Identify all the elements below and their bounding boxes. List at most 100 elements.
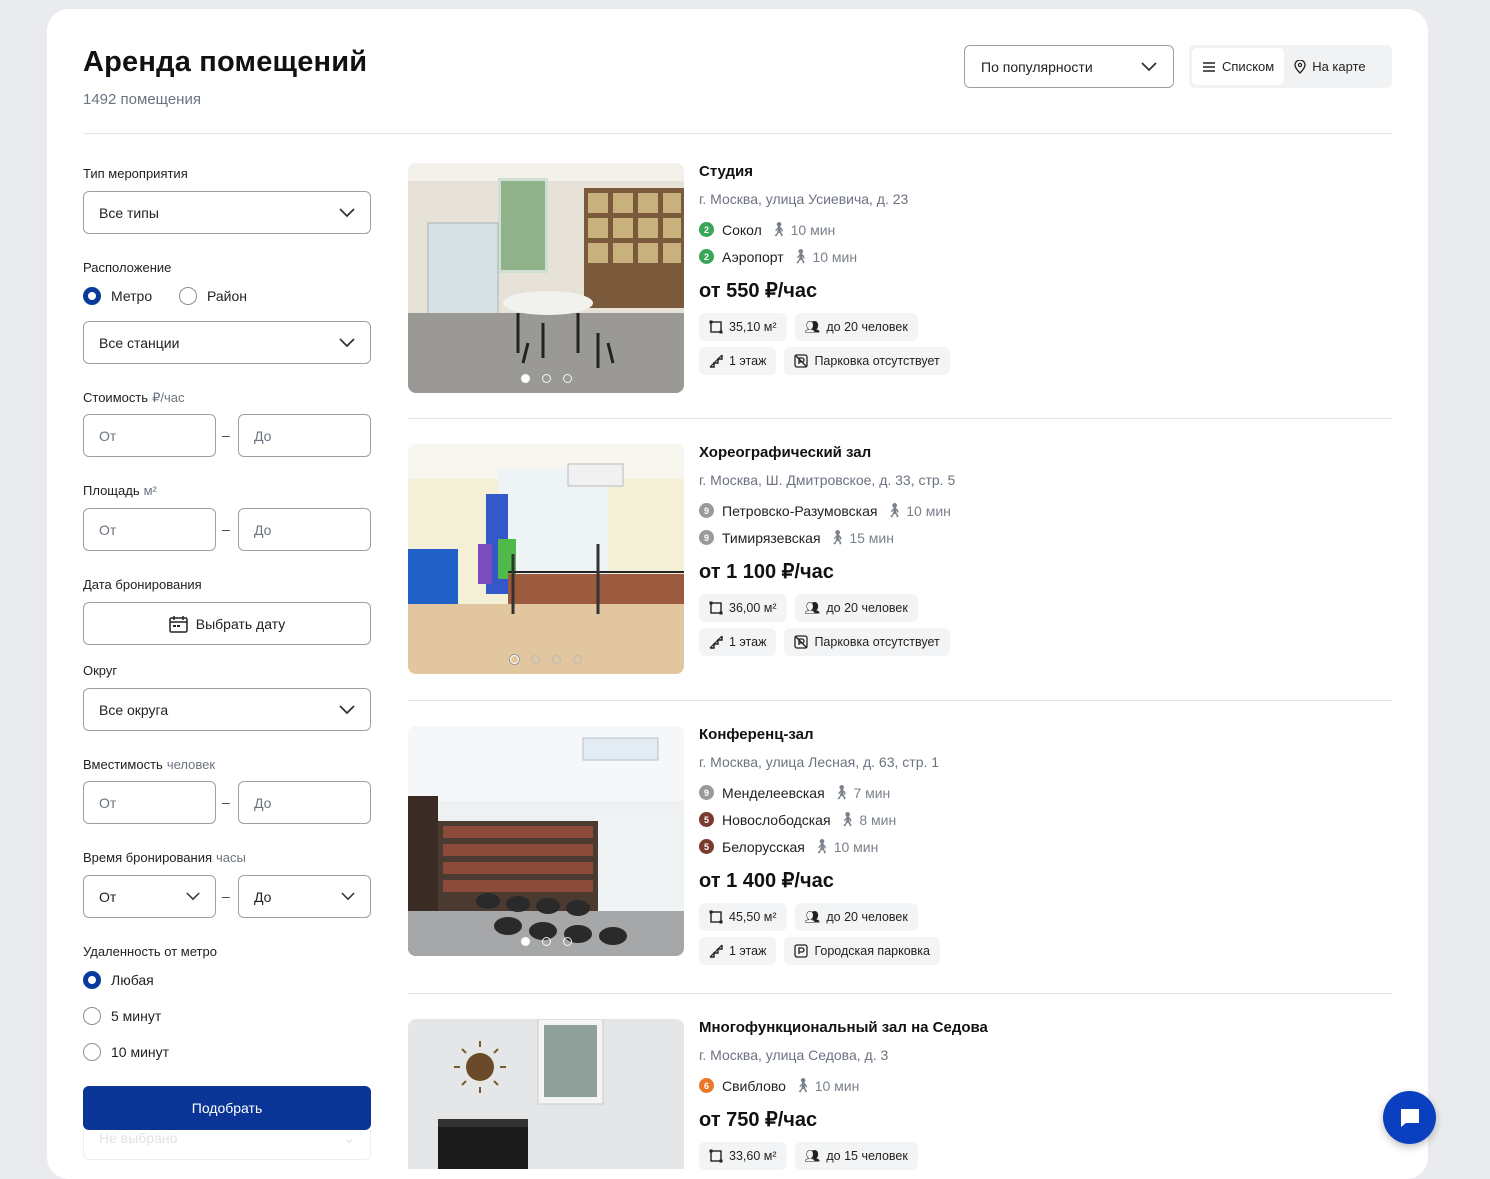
pagination-dot[interactable]	[541, 374, 551, 383]
listing-name[interactable]: Хореографический зал	[699, 444, 1379, 461]
radio-distance-10[interactable]: 10 минут	[83, 1043, 169, 1061]
chevron-down-icon	[339, 337, 355, 347]
area-icon	[709, 910, 723, 924]
floor-value: 1 этаж	[729, 635, 767, 649]
floor-chip: 1 этаж	[699, 937, 777, 965]
listing-address: г. Москва, Ш. Дмитровское, д. 33, стр. 5	[699, 472, 956, 488]
area-label: Площадь м²	[83, 483, 157, 498]
capacity-label-text: Вместимость	[83, 757, 163, 772]
event-type-select[interactable]: Все типы	[83, 191, 371, 234]
area-chip: 45,50 м²	[699, 903, 787, 931]
area-hint: м²	[143, 483, 157, 498]
listing-name[interactable]: Конференц-зал	[699, 726, 1379, 743]
walk-time: 🚶︎ 7 мин	[833, 784, 891, 801]
listing-photo[interactable]	[408, 1019, 684, 1169]
pagination-dot[interactable]	[573, 655, 582, 664]
listing-info: Студия г. Москва, улица Усиевича, д. 23 …	[699, 163, 1379, 375]
walk-time: 🚶︎ 8 мин	[839, 811, 897, 828]
hidden-select: Не выбрано ⌄	[83, 1130, 371, 1160]
sort-select[interactable]: По популярности	[964, 45, 1174, 88]
apply-filters-button[interactable]: Подобрать	[83, 1086, 371, 1130]
radio-metro-label: Метро	[111, 288, 153, 304]
walk-time-value: 7 мин	[853, 784, 891, 801]
metro-line-badge: 9	[699, 785, 714, 800]
pagination-dot[interactable]	[562, 374, 572, 383]
walk-time: 🚶︎ 10 мин	[813, 838, 878, 855]
radio-distance-5[interactable]: 5 минут	[83, 1007, 161, 1025]
area-value: 36,00 м²	[729, 601, 777, 615]
feature-chips: 1 этаж Городская парковка	[699, 937, 1379, 965]
studio-photo	[408, 163, 684, 393]
parking-value: Парковка отсутствует	[814, 635, 940, 649]
walk-icon: 🚶︎	[832, 784, 851, 800]
chevron-down-icon	[339, 207, 355, 217]
chevron-down-icon: ⌄	[343, 1130, 355, 1146]
chat-button[interactable]	[1383, 1091, 1436, 1144]
metro-station-name: Тимирязевская	[722, 529, 821, 546]
view-map-button[interactable]: На карте	[1284, 48, 1375, 85]
stairs-icon	[709, 635, 723, 649]
metro-list: 2 Сокол 🚶︎ 10 мин 2 Аэропорт 🚶︎ 10 мин	[699, 216, 1379, 270]
chevron-down-icon	[341, 892, 355, 901]
radio-metro[interactable]: Метро	[83, 287, 152, 305]
listing-name[interactable]: Многофункциональный зал на Седова	[699, 1019, 1379, 1036]
pagination-dot[interactable]	[510, 655, 519, 664]
time-from-select[interactable]: От	[83, 875, 216, 918]
cost-to-input[interactable]: До	[238, 414, 371, 457]
metro-station-name: Сокол	[722, 221, 762, 238]
area-chip: 35,10 м²	[699, 313, 787, 341]
feature-chips: 36,00 м² 👥︎ до 20 человек	[699, 594, 1379, 622]
view-map-label: На карте	[1312, 59, 1366, 74]
listing-photo[interactable]	[408, 444, 684, 674]
cost-label-text: Стоимость	[83, 390, 149, 405]
feature-chips: 33,60 м² 👥︎ до 15 человек	[699, 1142, 1379, 1170]
pagination-dot[interactable]	[541, 937, 551, 946]
time-from-value: От	[99, 888, 117, 905]
pagination-dot[interactable]	[552, 655, 561, 664]
people-icon: 👥︎	[804, 319, 821, 334]
radio-district[interactable]: Район	[179, 287, 247, 305]
capacity-from-input[interactable]: От	[83, 781, 216, 824]
range-dash: –	[222, 521, 230, 537]
pagination-dot[interactable]	[520, 374, 530, 383]
pagination-dot[interactable]	[520, 937, 530, 946]
area-to-input[interactable]: До	[238, 508, 371, 551]
walk-icon: 🚶︎	[812, 838, 831, 854]
photo-pagination	[408, 655, 684, 664]
cost-from-input[interactable]: От	[83, 414, 216, 457]
capacity-to-input[interactable]: До	[238, 781, 371, 824]
listing-photo[interactable]	[408, 163, 684, 393]
floor-chip: 1 этаж	[699, 347, 777, 375]
area-from-input[interactable]: От	[83, 508, 216, 551]
listing-photo[interactable]	[408, 726, 684, 956]
metro-list: 6 Свиблово 🚶︎ 10 мин	[699, 1072, 1379, 1099]
walk-time-value: 10 мин	[814, 1077, 860, 1094]
area-chip: 33,60 м²	[699, 1142, 787, 1170]
radio-indicator	[83, 1007, 101, 1025]
walk-time: 🚶︎ 15 мин	[829, 529, 894, 546]
station-select[interactable]: Все станции	[83, 321, 371, 364]
pagination-dot[interactable]	[531, 655, 540, 664]
pagination-dot[interactable]	[562, 937, 572, 946]
okrug-select[interactable]: Все округа	[83, 688, 371, 731]
event-type-value: Все типы	[99, 204, 159, 221]
listing-name[interactable]: Студия	[699, 163, 1379, 180]
radio-distance-any[interactable]: Любая	[83, 971, 154, 989]
list-icon	[1203, 61, 1215, 72]
calendar-icon	[169, 615, 188, 633]
listing-info: Хореографический зал г. Москва, Ш. Дмитр…	[699, 444, 1379, 656]
view-list-button[interactable]: Списком	[1192, 48, 1285, 85]
map-pin-icon	[1294, 59, 1306, 74]
capacity-chip: 👥︎ до 20 человек	[794, 313, 918, 341]
time-to-select[interactable]: До	[238, 875, 371, 918]
conference-hall-photo	[408, 726, 684, 956]
metro-line-badge: 9	[699, 530, 714, 545]
pick-date-button[interactable]: Выбрать дату	[83, 602, 371, 645]
people-icon: 👥︎	[804, 909, 821, 924]
walk-icon: 🚶︎	[885, 502, 904, 518]
metro-station-name: Аэропорт	[722, 248, 784, 265]
stairs-icon	[709, 944, 723, 958]
listing-divider	[408, 993, 1392, 994]
floor-value: 1 этаж	[729, 354, 767, 368]
floor-chip: 1 этаж	[699, 628, 777, 656]
